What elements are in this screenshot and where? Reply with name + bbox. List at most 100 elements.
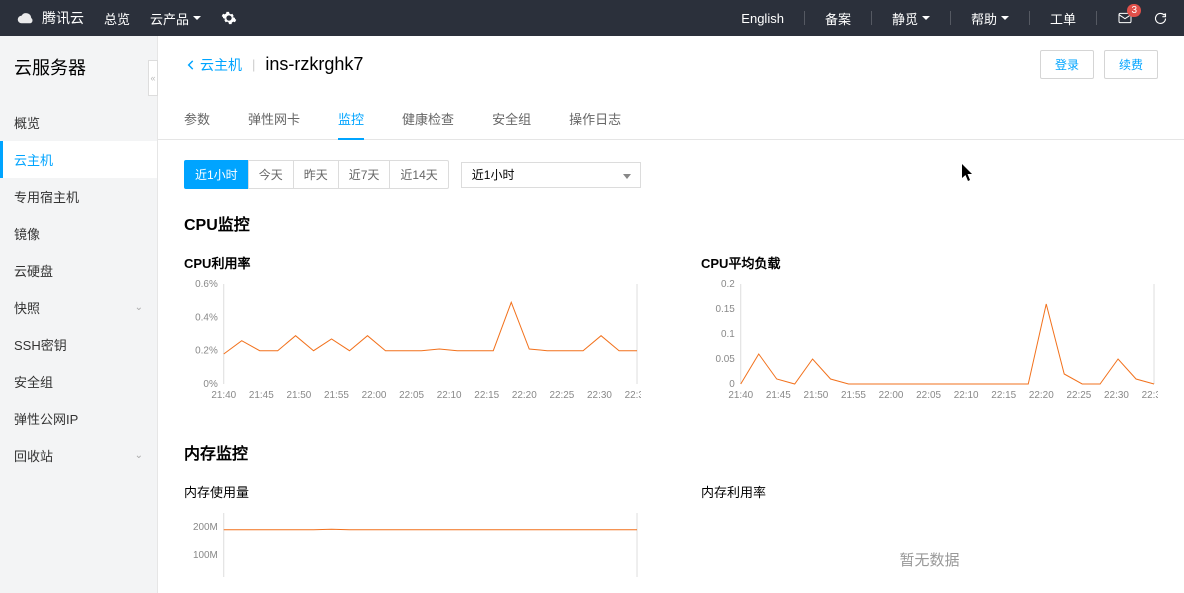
sidebar: 云服务器 « 概览云主机专用宿主机镜像云硬盘快照⌄SSH密钥安全组弹性公网IP 回… [0,36,158,593]
nav-ticket[interactable]: 工单 [1050,9,1076,28]
chart-cpu-load: CPU平均负载 00.050.10.150.221:4021:4521:5021… [701,253,1158,400]
svg-text:0.2: 0.2 [721,280,735,290]
page-header: 云主机 | ins-rzkrghk7 登录 续费 [158,36,1184,87]
tab-3[interactable]: 健康检查 [402,99,454,139]
chart-mem-util: 内存利用率 暂无数据 查看可能导致无数据的原因 [701,482,1158,577]
sidebar-item-1[interactable]: 云主机 [0,141,157,178]
brand-text: 腾讯云 [42,8,84,28]
svg-text:21:50: 21:50 [286,390,311,400]
nav-user[interactable]: 静觅 [892,9,930,28]
cpu-section-title: CPU监控 [184,211,1158,235]
brand-logo[interactable]: 腾讯云 [16,8,84,28]
nodata-block: 暂无数据 查看可能导致无数据的原因 [701,509,1158,577]
sidebar-item-5[interactable]: 快照⌄ [0,289,157,326]
chart-label: CPU利用率 [184,253,641,272]
sidebar-item-label: 快照 [14,298,40,317]
tab-5[interactable]: 操作日志 [569,99,621,139]
sidebar-item-0[interactable]: 概览 [0,104,157,141]
renew-button[interactable]: 续费 [1104,50,1158,79]
topnav-right: English 备案 静觅 帮助 工单 3 [741,9,1168,28]
svg-text:200M: 200M [193,522,218,533]
sidebar-item-9[interactable]: 回收站⌄ [0,437,157,474]
chart-mem-usage: 内存使用量 100M200M [184,482,641,577]
tabs: 参数弹性网卡监控健康检查安全组操作日志 [158,99,1184,140]
tab-2[interactable]: 监控 [338,99,364,140]
settings-icon[interactable] [221,10,237,26]
chart-label: 内存使用量 [184,482,641,501]
svg-text:22:20: 22:20 [1029,390,1054,400]
svg-text:22:00: 22:00 [362,390,387,400]
topnav-left: 腾讯云 总览 云产品 [16,8,237,28]
sidebar-item-8[interactable]: 弹性公网IP [0,400,157,437]
refresh-icon[interactable] [1153,11,1168,26]
sidebar-item-label: 回收站 [14,446,53,465]
nav-overview[interactable]: 总览 [104,9,130,28]
sidebar-item-3[interactable]: 镜像 [0,215,157,252]
chart-label: CPU平均负载 [701,253,1158,272]
time-filter: 近1小时今天昨天近7天近14天 近1小时 [184,160,1158,189]
sidebar-item-label: 云硬盘 [14,261,53,280]
svg-text:22:15: 22:15 [991,390,1016,400]
svg-text:22:25: 22:25 [549,390,574,400]
svg-text:21:45: 21:45 [249,390,274,400]
svg-text:22:05: 22:05 [916,390,941,400]
back-link[interactable]: 云主机 [184,55,242,75]
main-panel: 云主机 | ins-rzkrghk7 登录 续费 参数弹性网卡监控健康检查安全组… [158,36,1184,593]
sidebar-item-label: 概览 [14,113,40,132]
chart-cpu-util: CPU利用率 0%0.2%0.4%0.6%21:4021:4521:5021:5… [184,253,641,400]
timefilter-btn-0[interactable]: 近1小时 [184,160,249,189]
svg-text:0.15: 0.15 [715,304,735,315]
svg-text:22:30: 22:30 [587,390,612,400]
content: 近1小时今天昨天近7天近14天 近1小时 CPU监控 CPU利用率 0%0.2%… [158,140,1184,577]
svg-text:22:15: 22:15 [474,390,499,400]
sidebar-item-7[interactable]: 安全组 [0,363,157,400]
breadcrumb: 云主机 | ins-rzkrghk7 [184,54,363,75]
instance-id: ins-rzkrghk7 [265,54,363,75]
sidebar-item-2[interactable]: 专用宿主机 [0,178,157,215]
messages-icon[interactable]: 3 [1117,10,1133,26]
nav-products[interactable]: 云产品 [150,9,201,28]
login-button[interactable]: 登录 [1040,50,1094,79]
sidebar-item-label: 云主机 [14,150,53,169]
timefilter-btn-1[interactable]: 今天 [248,160,294,189]
tab-4[interactable]: 安全组 [492,99,531,139]
time-range-select[interactable]: 近1小时 [461,162,641,188]
nav-beian[interactable]: 备案 [825,9,851,28]
chevron-down-icon [1001,16,1009,20]
header-buttons: 登录 续费 [1040,50,1158,79]
sidebar-item-label: 专用宿主机 [14,187,79,206]
msg-badge: 3 [1127,4,1141,17]
svg-text:21:55: 21:55 [841,390,866,400]
sidebar-item-label: 弹性公网IP [14,409,78,428]
chevron-down-icon [193,16,201,20]
timefilter-btn-4[interactable]: 近14天 [389,160,448,189]
timefilter-btn-3[interactable]: 近7天 [338,160,391,189]
top-nav: 腾讯云 总览 云产品 English 备案 静觅 帮助 工单 3 [0,0,1184,36]
sidebar-item-6[interactable]: SSH密钥 [0,326,157,363]
nav-lang[interactable]: English [741,11,784,26]
tab-0[interactable]: 参数 [184,99,210,139]
svg-text:21:55: 21:55 [324,390,349,400]
sidebar-collapse[interactable]: « [148,60,158,96]
chevron-down-icon [922,16,930,20]
svg-text:0%: 0% [203,379,217,390]
svg-text:22:35: 22:35 [1142,390,1158,400]
nav-help[interactable]: 帮助 [971,9,1009,28]
svg-text:0.2%: 0.2% [195,346,218,357]
svg-text:22:30: 22:30 [1104,390,1129,400]
sidebar-item-label: 镜像 [14,224,40,243]
svg-text:0.6%: 0.6% [195,280,218,290]
sidebar-item-4[interactable]: 云硬盘 [0,252,157,289]
sidebar-item-label: 安全组 [14,372,53,391]
svg-text:22:35: 22:35 [625,390,641,400]
svg-text:0.4%: 0.4% [195,312,218,323]
timefilter-btn-2[interactable]: 昨天 [293,160,339,189]
sidebar-title: 云服务器 [0,36,157,94]
svg-text:22:20: 22:20 [512,390,537,400]
svg-text:22:05: 22:05 [399,390,424,400]
svg-text:22:00: 22:00 [879,390,904,400]
svg-text:21:40: 21:40 [728,390,753,400]
svg-text:0.05: 0.05 [715,354,735,365]
tab-1[interactable]: 弹性网卡 [248,99,300,139]
sidebar-list: 概览云主机专用宿主机镜像云硬盘快照⌄SSH密钥安全组弹性公网IP 回收站⌄ [0,94,157,474]
